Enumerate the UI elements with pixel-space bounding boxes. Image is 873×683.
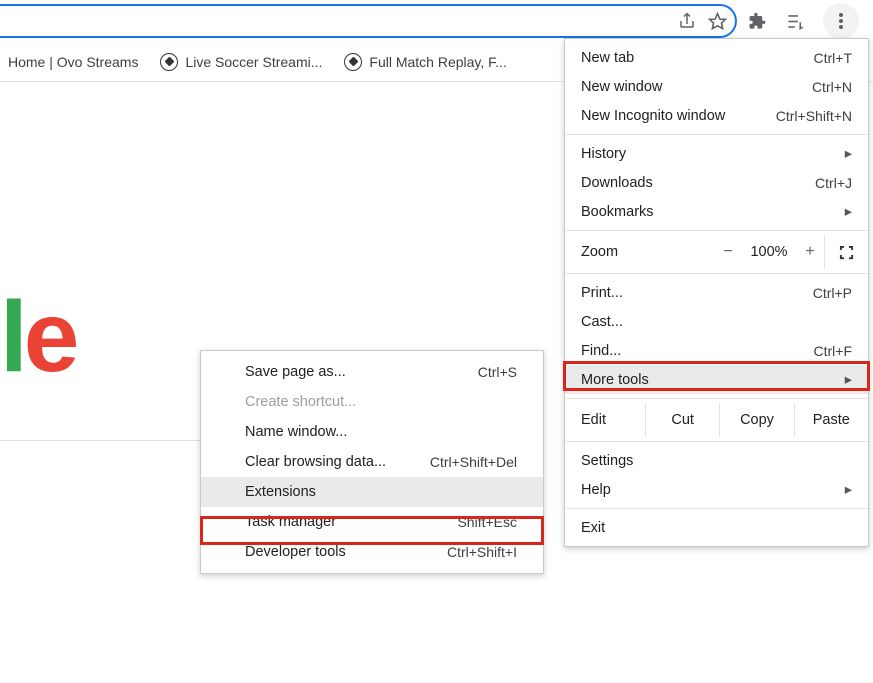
- menu-separator: [565, 134, 868, 135]
- menu-label: Task manager: [245, 514, 457, 530]
- logo-letter-e: e: [24, 280, 76, 395]
- menu-shortcut: Ctrl+J: [815, 175, 852, 191]
- menu-shortcut: Ctrl+T: [814, 50, 853, 66]
- menu-label: More tools: [581, 372, 845, 388]
- menu-label: Downloads: [581, 175, 815, 191]
- share-icon[interactable]: [677, 11, 697, 31]
- bookmark-item[interactable]: Home | Ovo Streams: [8, 54, 138, 70]
- bookmark-label: Home | Ovo Streams: [8, 54, 138, 70]
- menu-shortcut: Ctrl+Shift+Del: [430, 454, 517, 470]
- browser-toolbar: [0, 0, 873, 42]
- menu-separator: [565, 508, 868, 509]
- submenu-extensions[interactable]: Extensions: [201, 477, 543, 507]
- menu-label: Bookmarks: [581, 204, 845, 220]
- menu-label: New Incognito window: [581, 108, 776, 124]
- edit-cut-button[interactable]: Cut: [645, 403, 719, 437]
- menu-label: Exit: [581, 520, 852, 536]
- submenu-clear-browsing-data[interactable]: Clear browsing data... Ctrl+Shift+Del: [201, 447, 543, 477]
- menu-more-tools[interactable]: More tools ▸: [565, 365, 868, 394]
- menu-label: Cast...: [581, 314, 852, 330]
- menu-new-tab[interactable]: New tab Ctrl+T: [565, 43, 868, 72]
- menu-label: Create shortcut...: [245, 394, 517, 410]
- menu-separator: [565, 230, 868, 231]
- menu-shortcut: Ctrl+S: [478, 364, 517, 380]
- menu-shortcut: Shift+Esc: [457, 514, 517, 530]
- menu-label: New tab: [581, 50, 814, 66]
- menu-new-incognito[interactable]: New Incognito window Ctrl+Shift+N: [565, 101, 868, 130]
- extensions-puzzle-icon[interactable]: [747, 11, 767, 31]
- bookmark-item[interactable]: Full Match Replay, F...: [344, 53, 506, 71]
- google-logo-fragment: l e: [0, 280, 75, 395]
- menu-shortcut: Ctrl+N: [812, 79, 852, 95]
- bookmark-item[interactable]: Live Soccer Streami...: [160, 53, 322, 71]
- chrome-menu-button[interactable]: [823, 3, 859, 39]
- menu-label: History: [581, 146, 845, 162]
- menu-label: Edit: [565, 412, 645, 428]
- menu-label: Zoom: [581, 244, 714, 260]
- menu-shortcut: Ctrl+F: [814, 343, 853, 359]
- more-tools-submenu: Save page as... Ctrl+S Create shortcut..…: [200, 350, 544, 574]
- star-icon[interactable]: [707, 11, 727, 31]
- menu-label: Clear browsing data...: [245, 454, 430, 470]
- menu-exit[interactable]: Exit: [565, 513, 868, 542]
- soccer-icon: [160, 53, 178, 71]
- menu-shortcut: Ctrl+P: [813, 285, 852, 301]
- content-divider: [0, 440, 200, 490]
- reading-list-icon[interactable]: [785, 11, 805, 31]
- menu-label: Save page as...: [245, 364, 478, 380]
- menu-separator: [565, 273, 868, 274]
- chevron-right-icon: ▸: [845, 204, 852, 220]
- chevron-right-icon: ▸: [845, 482, 852, 498]
- menu-history[interactable]: History ▸: [565, 139, 868, 168]
- menu-label: Help: [581, 482, 845, 498]
- menu-separator: [565, 441, 868, 442]
- menu-separator: [565, 398, 868, 399]
- submenu-create-shortcut: Create shortcut...: [201, 387, 543, 417]
- logo-letter-l: l: [0, 280, 24, 395]
- menu-label: Name window...: [245, 424, 517, 440]
- menu-label: Extensions: [245, 484, 517, 500]
- menu-label: Developer tools: [245, 544, 447, 560]
- toolbar-icons: [743, 3, 869, 39]
- zoom-in-button[interactable]: +: [796, 243, 824, 261]
- menu-print[interactable]: Print... Ctrl+P: [565, 278, 868, 307]
- menu-settings[interactable]: Settings: [565, 446, 868, 475]
- menu-label: Print...: [581, 285, 813, 301]
- zoom-out-button[interactable]: −: [714, 243, 742, 261]
- bookmark-label: Full Match Replay, F...: [369, 54, 506, 70]
- menu-cast[interactable]: Cast...: [565, 307, 868, 336]
- menu-label: New window: [581, 79, 812, 95]
- edit-copy-button[interactable]: Copy: [719, 403, 793, 437]
- chevron-right-icon: ▸: [845, 372, 852, 388]
- submenu-task-manager[interactable]: Task manager Shift+Esc: [201, 507, 543, 537]
- chevron-right-icon: ▸: [845, 146, 852, 162]
- menu-label: Settings: [581, 453, 852, 469]
- menu-zoom-row: Zoom − 100% +: [565, 235, 868, 269]
- menu-bookmarks[interactable]: Bookmarks ▸: [565, 197, 868, 226]
- chrome-main-menu: New tab Ctrl+T New window Ctrl+N New Inc…: [564, 38, 869, 547]
- address-bar[interactable]: [0, 4, 737, 38]
- menu-new-window[interactable]: New window Ctrl+N: [565, 72, 868, 101]
- soccer-icon: [344, 53, 362, 71]
- menu-shortcut: Ctrl+Shift+I: [447, 544, 517, 560]
- zoom-percent: 100%: [742, 244, 796, 260]
- fullscreen-button[interactable]: [824, 235, 868, 269]
- menu-find[interactable]: Find... Ctrl+F: [565, 336, 868, 365]
- submenu-developer-tools[interactable]: Developer tools Ctrl+Shift+I: [201, 537, 543, 567]
- bookmark-label: Live Soccer Streami...: [185, 54, 322, 70]
- submenu-name-window[interactable]: Name window...: [201, 417, 543, 447]
- menu-shortcut: Ctrl+Shift+N: [776, 108, 852, 124]
- menu-label: Find...: [581, 343, 814, 359]
- menu-help[interactable]: Help ▸: [565, 475, 868, 504]
- menu-downloads[interactable]: Downloads Ctrl+J: [565, 168, 868, 197]
- menu-edit-row: Edit Cut Copy Paste: [565, 403, 868, 437]
- submenu-save-page[interactable]: Save page as... Ctrl+S: [201, 357, 543, 387]
- edit-paste-button[interactable]: Paste: [794, 403, 868, 437]
